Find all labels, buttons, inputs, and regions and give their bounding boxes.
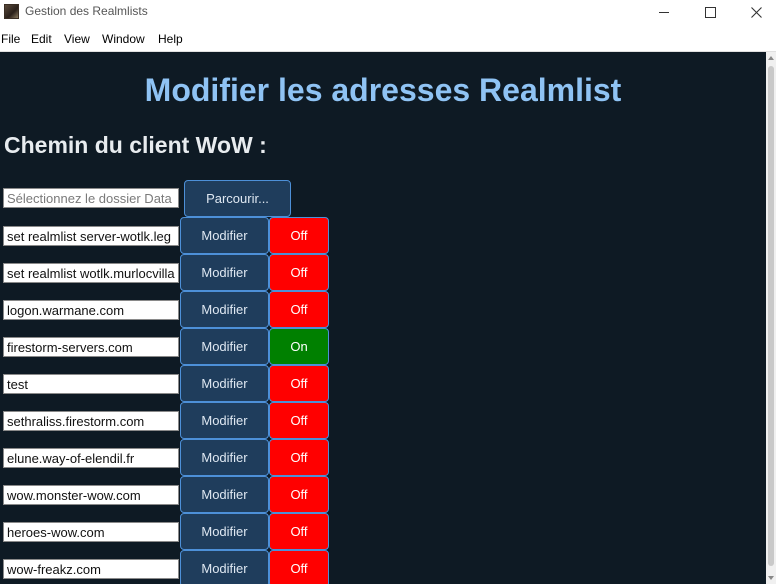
realmlist-input[interactable] — [3, 226, 179, 246]
menu-bar: File Edit View Window Help — [0, 24, 776, 52]
toggle-button[interactable]: Off — [269, 402, 329, 439]
scrollbar-thumb[interactable] — [768, 66, 774, 566]
toggle-button[interactable]: Off — [269, 217, 329, 254]
realmlist-input[interactable] — [3, 337, 179, 357]
toggle-button[interactable]: Off — [269, 254, 329, 291]
main-content: Modifier les adresses Realmlist Chemin d… — [0, 52, 766, 584]
realmlist-input[interactable] — [3, 411, 179, 431]
menu-help[interactable]: Help — [158, 32, 183, 46]
toggle-button[interactable]: Off — [269, 291, 329, 328]
toggle-button[interactable]: Off — [269, 550, 329, 584]
modify-button[interactable]: Modifier — [180, 291, 269, 328]
toggle-button[interactable]: Off — [269, 439, 329, 476]
realmlist-row: ModifierOff — [0, 513, 340, 550]
page-title: Modifier les adresses Realmlist — [144, 72, 622, 108]
realmlist-row: ModifierOff — [0, 476, 340, 513]
realmlist-input[interactable] — [3, 448, 179, 468]
toggle-button[interactable]: Off — [269, 365, 329, 402]
menu-edit[interactable]: Edit — [31, 32, 52, 46]
realmlist-input[interactable] — [3, 485, 179, 505]
menu-view[interactable]: View — [64, 32, 90, 46]
toggle-button[interactable]: Off — [269, 513, 329, 550]
realmlist-input[interactable] — [3, 374, 179, 394]
realmlist-row: ModifierOff — [0, 439, 340, 476]
modify-button[interactable]: Modifier — [180, 217, 269, 254]
realmlist-input[interactable] — [3, 559, 179, 579]
realmlist-row: ModifierOff — [0, 217, 340, 254]
realmlist-row: ModifierOff — [0, 402, 340, 439]
vertical-scrollbar[interactable] — [766, 52, 776, 584]
modify-button[interactable]: Modifier — [180, 476, 269, 513]
window-title: Gestion des Realmlists — [25, 4, 148, 18]
realmlist-row: ModifierOn — [0, 328, 340, 365]
realmlist-row: ModifierOff — [0, 291, 340, 328]
maximize-icon[interactable] — [687, 0, 733, 24]
realmlist-input[interactable] — [3, 522, 179, 542]
realmlist-input[interactable] — [3, 263, 179, 283]
scroll-down-icon[interactable] — [768, 576, 774, 580]
modify-button[interactable]: Modifier — [180, 550, 269, 584]
toggle-button[interactable]: On — [269, 328, 329, 365]
realmlist-row: ModifierOff — [0, 550, 340, 584]
minimize-icon[interactable] — [641, 0, 687, 24]
client-path-label: Chemin du client WoW : — [4, 132, 267, 158]
menu-window[interactable]: Window — [102, 32, 145, 46]
modify-button[interactable]: Modifier — [180, 254, 269, 291]
title-bar: Gestion des Realmlists — [0, 0, 776, 24]
close-icon[interactable] — [733, 0, 776, 24]
scroll-up-icon[interactable] — [768, 56, 774, 60]
toggle-button[interactable]: Off — [269, 476, 329, 513]
modify-button[interactable]: Modifier — [180, 402, 269, 439]
modify-button[interactable]: Modifier — [180, 365, 269, 402]
realmlist-row: ModifierOff — [0, 365, 340, 402]
modify-button[interactable]: Modifier — [180, 439, 269, 476]
browse-button[interactable]: Parcourir... — [184, 180, 291, 217]
menu-file[interactable]: File — [1, 32, 20, 46]
modify-button[interactable]: Modifier — [180, 328, 269, 365]
client-path-input[interactable] — [3, 188, 179, 208]
app-icon — [4, 4, 19, 19]
realmlist-row: ModifierOff — [0, 254, 340, 291]
realmlist-input[interactable] — [3, 300, 179, 320]
modify-button[interactable]: Modifier — [180, 513, 269, 550]
